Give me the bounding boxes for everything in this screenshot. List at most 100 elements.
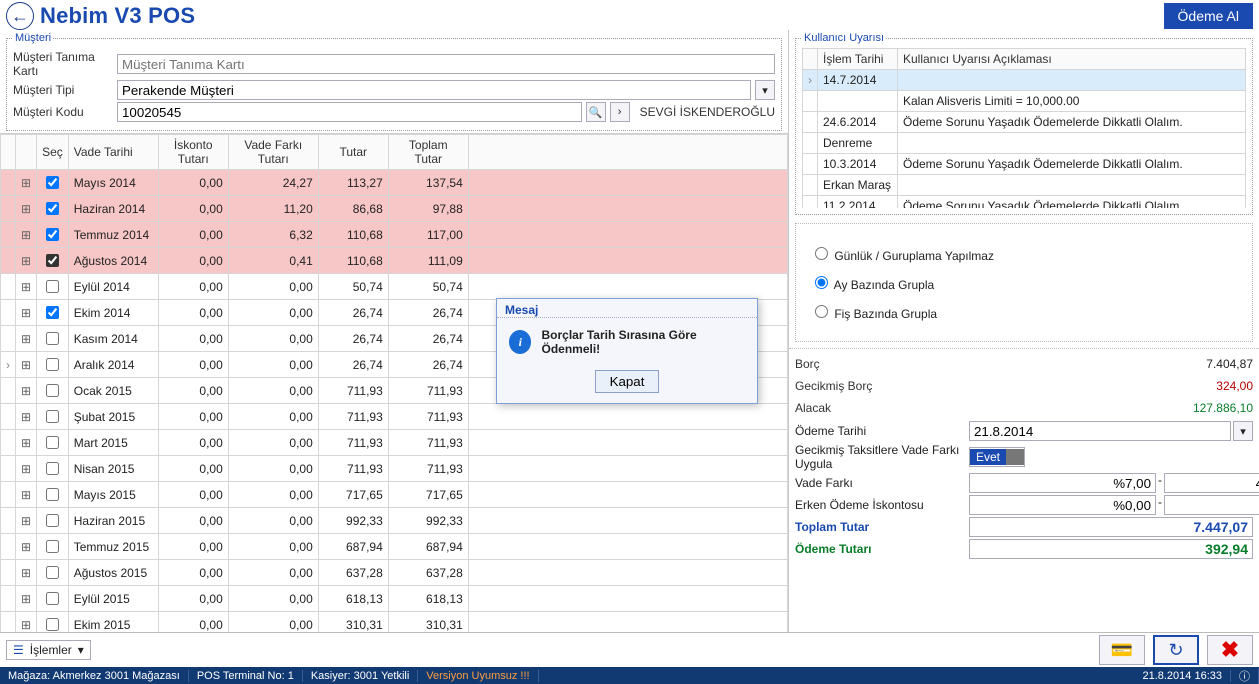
warning-row[interactable]: Kalan Alisveris Limiti = 10,000.00 <box>803 91 1246 112</box>
row-checkbox[interactable] <box>46 488 59 501</box>
table-row[interactable]: ⊞Ağustos 20140,000,41110,68111,09 <box>1 248 788 274</box>
row-checkbox[interactable] <box>46 566 59 579</box>
warning-row[interactable]: 10.3.2014Ödeme Sorunu Yaşadık Ödemelerde… <box>803 154 1246 175</box>
expand-icon[interactable]: ⊞ <box>16 534 37 560</box>
row-checkbox[interactable] <box>46 384 59 397</box>
row-checkbox[interactable] <box>46 228 59 241</box>
table-row[interactable]: ⊞Eylül 20140,000,0050,7450,74 <box>1 274 788 300</box>
expand-icon[interactable]: ⊞ <box>16 586 37 612</box>
row-checkbox[interactable] <box>46 462 59 475</box>
expand-icon[interactable]: ⊞ <box>16 508 37 534</box>
toplam-value[interactable] <box>969 517 1253 537</box>
expand-icon[interactable]: ⊞ <box>16 612 37 633</box>
refresh-button[interactable]: ↻ <box>1153 635 1199 665</box>
table-row[interactable]: ⊞Ekim 20150,000,00310,31310,31 <box>1 612 788 633</box>
row-checkbox[interactable] <box>46 358 59 371</box>
kodu-next-button[interactable]: › <box>610 102 630 122</box>
warn-date: Denreme <box>818 133 898 154</box>
expand-icon[interactable]: ⊞ <box>16 274 37 300</box>
user-warning-grid[interactable]: İşlem Tarihi Kullanıcı Uyarısı Açıklamas… <box>802 48 1246 208</box>
expand-icon[interactable]: ⊞ <box>16 222 37 248</box>
expand-icon[interactable]: ⊞ <box>16 482 37 508</box>
row-checkbox[interactable] <box>46 280 59 293</box>
cell-toplam: 310,31 <box>388 612 468 633</box>
cell-vft: 0,00 <box>228 326 318 352</box>
expand-icon[interactable]: ⊞ <box>16 300 37 326</box>
erken-pct-input[interactable] <box>969 495 1156 515</box>
odeme-tarihi-dropdown[interactable]: ▾ <box>1233 421 1253 441</box>
radio-fis[interactable]: Fiş Bazında Grupla <box>810 307 937 321</box>
expand-icon[interactable]: ⊞ <box>16 560 37 586</box>
erken-label: Erken Ödeme İskontosu <box>795 498 965 512</box>
odeme-tarihi-input[interactable] <box>969 421 1231 441</box>
gecik-taksit-toggle[interactable]: Evet <box>969 447 1025 467</box>
expand-icon[interactable]: ⊞ <box>16 170 37 196</box>
row-checkbox[interactable] <box>46 306 59 319</box>
odeme-al-button[interactable]: Ödeme Al <box>1164 3 1253 29</box>
cell-vade: Haziran 2014 <box>68 196 158 222</box>
tanima-input[interactable] <box>117 54 775 74</box>
cell-vft: 11,20 <box>228 196 318 222</box>
radio-gunluk[interactable]: Günlük / Guruplama Yapılmaz <box>810 249 994 263</box>
kodu-input[interactable] <box>117 102 582 122</box>
warning-row[interactable]: Denreme <box>803 133 1246 154</box>
expand-icon[interactable]: ⊞ <box>16 404 37 430</box>
row-checkbox[interactable] <box>46 332 59 345</box>
tip-dropdown-button[interactable]: ▾ <box>755 80 775 100</box>
expand-icon[interactable]: ⊞ <box>16 378 37 404</box>
row-checkbox[interactable] <box>46 254 59 267</box>
erken-amt-input[interactable] <box>1164 495 1259 515</box>
odeme-tutari-input[interactable] <box>969 539 1253 559</box>
row-checkbox[interactable] <box>46 618 59 631</box>
row-indicator <box>1 404 16 430</box>
table-row[interactable]: ⊞Haziran 20140,0011,2086,6897,88 <box>1 196 788 222</box>
row-checkbox[interactable] <box>46 514 59 527</box>
row-indicator <box>803 175 818 196</box>
vade-farki-pct-input[interactable] <box>969 473 1156 493</box>
row-checkbox[interactable] <box>46 436 59 449</box>
status-bar: Mağaza: Akmerkez 3001 Mağazası POS Termi… <box>0 667 1259 684</box>
cell-tutar: 110,68 <box>318 222 388 248</box>
row-checkbox[interactable] <box>46 176 59 189</box>
warning-row[interactable]: ›14.7.2014 <box>803 70 1246 91</box>
table-row[interactable]: ⊞Haziran 20150,000,00992,33992,33 <box>1 508 788 534</box>
table-row[interactable]: ⊞Mayıs 20140,0024,27113,27137,54 <box>1 170 788 196</box>
table-row[interactable]: ⊞Şubat 20150,000,00711,93711,93 <box>1 404 788 430</box>
warning-row[interactable]: 24.6.2014Ödeme Sorunu Yaşadık Ödemelerde… <box>803 112 1246 133</box>
table-row[interactable]: ⊞Mart 20150,000,00711,93711,93 <box>1 430 788 456</box>
warn-date: 14.7.2014 <box>818 70 898 91</box>
table-row[interactable]: ⊞Eylül 20150,000,00618,13618,13 <box>1 586 788 612</box>
table-row[interactable]: ⊞Ağustos 20150,000,00637,28637,28 <box>1 560 788 586</box>
expand-icon[interactable]: ⊞ <box>16 196 37 222</box>
kodu-search-button[interactable]: 🔍 <box>586 102 606 122</box>
row-checkbox[interactable] <box>46 410 59 423</box>
radio-ay[interactable]: Ay Bazında Grupla <box>810 278 934 292</box>
table-row[interactable]: ⊞Mayıs 20150,000,00717,65717,65 <box>1 482 788 508</box>
expand-icon[interactable]: ⊞ <box>16 248 37 274</box>
back-button[interactable]: ← <box>6 2 34 30</box>
status-datetime: 21.8.2014 16:33 <box>1134 670 1231 682</box>
warn-desc <box>898 70 1246 91</box>
warning-row[interactable]: Erkan Maraş <box>803 175 1246 196</box>
close-button[interactable]: ✖ <box>1207 635 1253 665</box>
table-row[interactable]: ⊞Nisan 20150,000,00711,93711,93 <box>1 456 788 482</box>
row-checkbox[interactable] <box>46 202 59 215</box>
list-icon: ☰ <box>13 643 24 657</box>
tip-input[interactable] <box>117 80 751 100</box>
col-vft: Vade Farkı Tutarı <box>228 135 318 170</box>
vade-farki-amt-input[interactable] <box>1164 473 1259 493</box>
warning-row[interactable]: 11.2.2014Ödeme Sorunu Yaşadık Ödemelerde… <box>803 196 1246 209</box>
table-row[interactable]: ⊞Temmuz 20140,006,32110,68117,00 <box>1 222 788 248</box>
table-row[interactable]: ⊞Temmuz 20150,000,00687,94687,94 <box>1 534 788 560</box>
expand-icon[interactable]: ⊞ <box>16 326 37 352</box>
dialog-close-button[interactable]: Kapat <box>595 370 660 393</box>
receipt-button[interactable]: 💳 <box>1099 635 1145 665</box>
cell-vade: Nisan 2015 <box>68 456 158 482</box>
cell-iskonto: 0,00 <box>158 222 228 248</box>
expand-icon[interactable]: ⊞ <box>16 456 37 482</box>
row-checkbox[interactable] <box>46 592 59 605</box>
row-checkbox[interactable] <box>46 540 59 553</box>
islemler-button[interactable]: ☰ İşlemler ▾ <box>6 640 91 660</box>
expand-icon[interactable]: ⊞ <box>16 352 37 378</box>
expand-icon[interactable]: ⊞ <box>16 430 37 456</box>
